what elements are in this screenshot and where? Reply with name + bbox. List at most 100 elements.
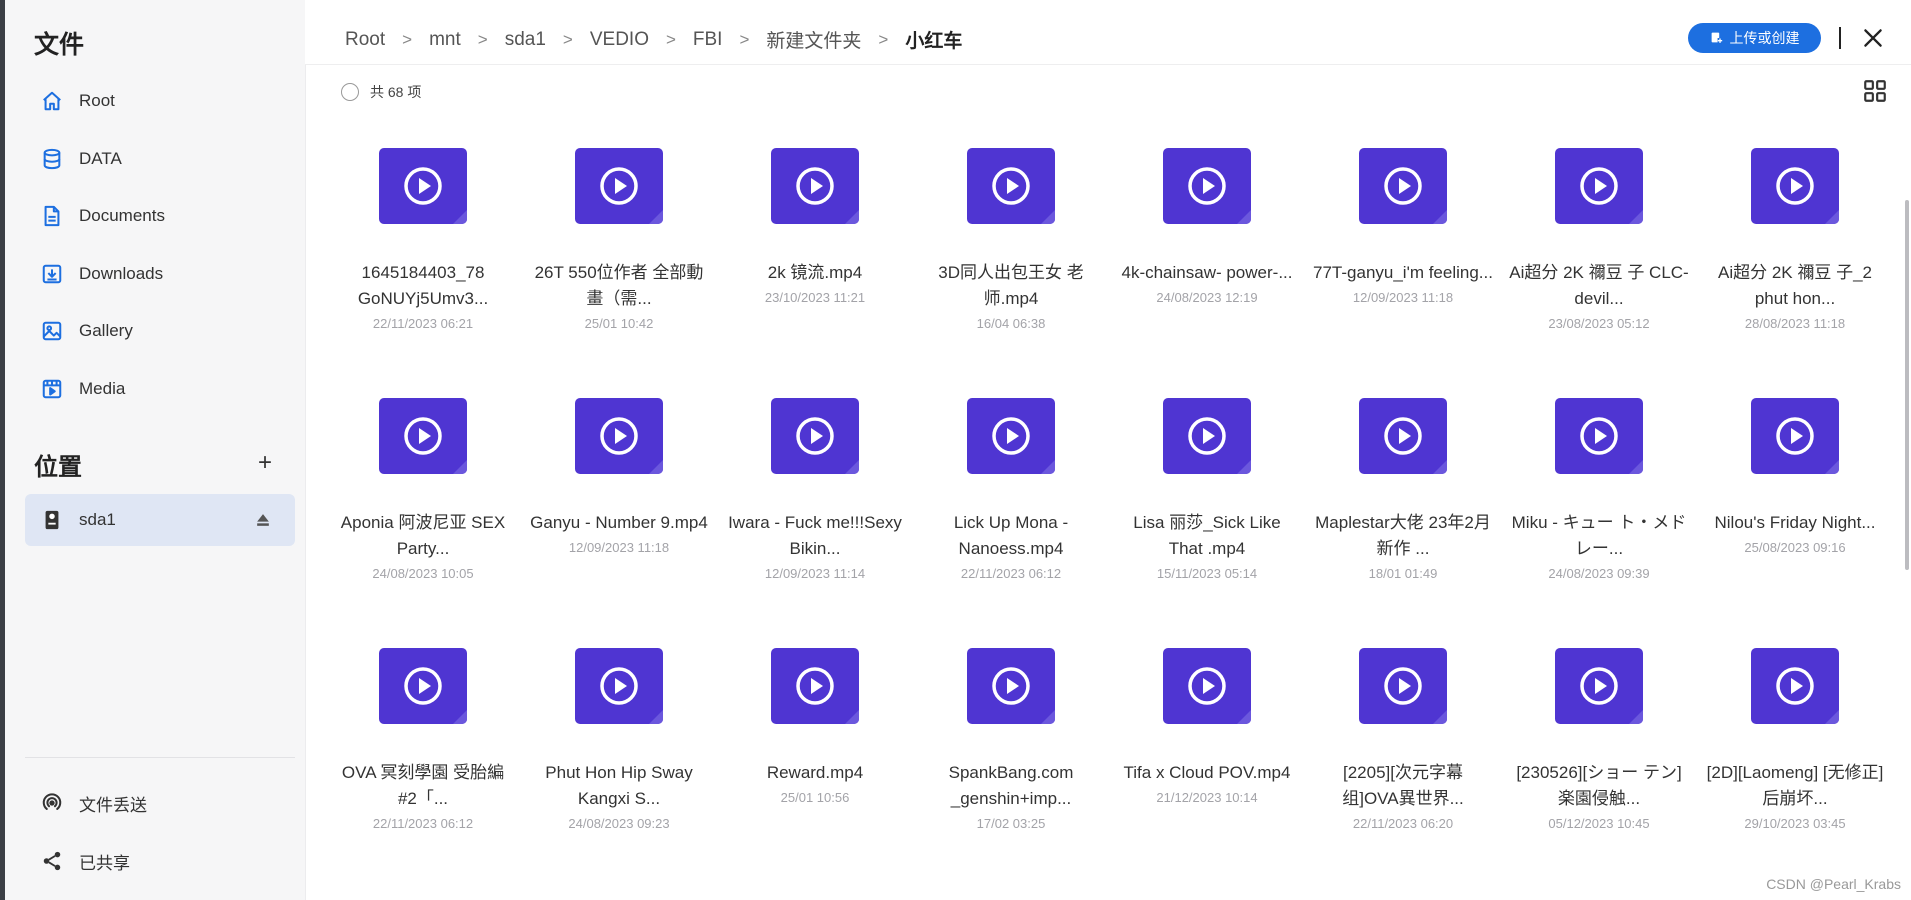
file-name: Phut Hon Hip Sway Kangxi S... <box>545 763 693 808</box>
file-item[interactable]: Nilou's Friday Night... 25/08/2023 09:16 <box>1697 394 1893 634</box>
file-item[interactable]: [2D][Laomeng] [无修正]后崩坏... 29/10/2023 03:4… <box>1697 644 1893 884</box>
video-file-icon <box>967 648 1055 724</box>
file-name: [2D][Laomeng] [无修正]后崩坏... <box>1706 763 1884 808</box>
file-date: 23/10/2023 11:21 <box>764 290 866 305</box>
file-item[interactable]: 4k-chainsaw- power-... 24/08/2023 12:19 <box>1109 144 1305 384</box>
file-item[interactable]: [230526][ショー テン]楽園侵触... 05/12/2023 10:45 <box>1501 644 1697 884</box>
file-name: 26T 550位作者 全部動畫（需... <box>534 263 704 308</box>
scrollbar[interactable] <box>1905 200 1909 570</box>
sidebar-item-downloads[interactable]: Downloads <box>25 248 295 300</box>
file-name: Ai超分 2K 禰豆 子_2 phut hon... <box>1718 263 1872 308</box>
play-icon <box>796 417 834 455</box>
eject-icon[interactable] <box>253 510 273 530</box>
thumb-corner <box>1041 210 1055 224</box>
upload-create-button[interactable]: 上传或创建 <box>1688 23 1821 53</box>
file-item[interactable]: Ai超分 2K 禰豆 子_2 phut hon... 28/08/2023 11:… <box>1697 144 1893 384</box>
breadcrumb-item[interactable]: Root <box>345 29 385 51</box>
play-icon <box>404 167 442 205</box>
file-item[interactable]: Phut Hon Hip Sway Kangxi S... 24/08/2023 … <box>521 644 717 884</box>
thumb-corner <box>1825 710 1839 724</box>
file-item[interactable]: Iwara - Fuck me!!!Sexy Bikin... 12/09/202… <box>717 394 913 634</box>
video-file-icon <box>771 648 859 724</box>
breadcrumb-item[interactable]: VEDIO <box>590 29 649 51</box>
play-icon <box>992 167 1030 205</box>
play-icon <box>600 417 638 455</box>
breadcrumb-item[interactable]: 新建文件夹 <box>766 26 861 53</box>
thumb-corner <box>1237 460 1251 474</box>
breadcrumb-separator: > <box>402 29 413 49</box>
file-item[interactable]: 3D同人出包王女 老师.mp4 16/04 06:38 <box>913 144 1109 384</box>
breadcrumb-item[interactable]: 小红车 <box>905 26 962 53</box>
sidebar-item-data[interactable]: DATA <box>25 133 295 185</box>
sidebar-item-label: 文件丢送 <box>79 795 147 815</box>
file-item[interactable]: Maplestar大佬 23年2月新作 ... 18/01 01:49 <box>1305 394 1501 634</box>
thumb-corner <box>1629 710 1643 724</box>
breadcrumb-item[interactable]: sda1 <box>505 29 546 51</box>
video-file-icon <box>1359 148 1447 224</box>
file-item[interactable]: SpankBang.com _genshin+imp... 17/02 03:25 <box>913 644 1109 884</box>
sidebar-item-documents[interactable]: Documents <box>25 190 295 242</box>
grid-view-icon[interactable] <box>1862 78 1888 104</box>
video-file-icon <box>379 648 467 724</box>
file-date: 23/08/2023 05:12 <box>1548 316 1650 331</box>
video-file-icon <box>1359 648 1447 724</box>
play-icon <box>1580 667 1618 705</box>
file-item[interactable]: Tifa x Cloud POV.mp4 21/12/2023 10:14 <box>1109 644 1305 884</box>
thumb-corner <box>1041 460 1055 474</box>
sidebar-item-gallery[interactable]: Gallery <box>25 305 295 357</box>
play-icon <box>1776 667 1814 705</box>
thumb-corner <box>1433 210 1447 224</box>
sidebar-item-shared[interactable]: 已共享 <box>25 835 295 887</box>
breadcrumb-item[interactable]: FBI <box>693 29 723 51</box>
file-name: 1645184403_78 GoNUYj5Umv3... <box>357 263 489 308</box>
breadcrumb-separator: > <box>739 29 750 49</box>
video-file-icon <box>967 398 1055 474</box>
close-icon[interactable] <box>1860 25 1886 51</box>
file-item[interactable]: 2k 镜流.mp4 23/10/2023 11:21 <box>717 144 913 384</box>
file-name: 2k 镜流.mp4 <box>767 263 863 282</box>
main-content: Root > mnt > sda1 > VEDIO > FBI > 新建文件夹 > 小红车 上传或创建 … <box>305 0 1911 900</box>
file-item[interactable]: Miku - キュー ト・メドレー... 24/08/2023 09:39 <box>1501 394 1697 634</box>
file-name: Lisa 丽莎_Sick Like That .mp4 <box>1133 513 1281 558</box>
file-item[interactable]: Aponia 阿波尼亚 SEX Party... 24/08/2023 10:05 <box>325 394 521 634</box>
thumb-corner <box>649 210 663 224</box>
file-name: Iwara - Fuck me!!!Sexy Bikin... <box>728 513 902 558</box>
file-item[interactable]: 26T 550位作者 全部動畫（需... 25/01 10:42 <box>521 144 717 384</box>
thumb-corner <box>453 210 467 224</box>
sidebar-item-label: Documents <box>79 206 165 225</box>
sidebar-item-file-drop[interactable]: 文件丢送 <box>25 777 295 829</box>
file-date: 24/08/2023 12:19 <box>1156 290 1258 305</box>
sidebar-item-root[interactable]: Root <box>25 75 295 127</box>
media-icon <box>39 376 65 402</box>
video-file-icon <box>575 648 663 724</box>
breadcrumb-separator: > <box>562 29 573 49</box>
thumb-corner <box>1825 210 1839 224</box>
file-date: 25/08/2023 09:16 <box>1744 540 1846 555</box>
file-item[interactable]: Ai超分 2K 禰豆 子 CLC-devil... 23/08/2023 05:1… <box>1501 144 1697 384</box>
add-location-button[interactable]: + <box>251 449 279 477</box>
file-item[interactable]: Ganyu - Number 9.mp4 12/09/2023 11:18 <box>521 394 717 634</box>
file-date: 29/10/2023 03:45 <box>1744 816 1846 831</box>
thumb-corner <box>845 710 859 724</box>
play-icon <box>1580 417 1618 455</box>
watermark: CSDN @Pearl_Krabs <box>1766 876 1901 892</box>
file-item[interactable]: 77T-ganyu_i'm feeling... 12/09/2023 11:18 <box>1305 144 1501 384</box>
sidebar-item-sda1[interactable]: sda1 <box>25 494 295 546</box>
select-all-radio[interactable] <box>341 83 359 101</box>
file-date: 25/01 10:42 <box>584 316 654 331</box>
file-item[interactable]: Lisa 丽莎_Sick Like That .mp4 15/11/2023 05… <box>1109 394 1305 634</box>
file-item[interactable]: [2205][次元字幕 组]OVA異世界... 22/11/2023 06:20 <box>1305 644 1501 884</box>
video-file-icon <box>1163 648 1251 724</box>
file-item[interactable]: Reward.mp4 25/01 10:56 <box>717 644 913 884</box>
upload-create-label: 上传或创建 <box>1729 30 1800 46</box>
breadcrumb-item[interactable]: mnt <box>429 29 461 51</box>
file-item[interactable]: Lick Up Mona - Nanoess.mp4 22/11/2023 06:… <box>913 394 1109 634</box>
sidebar: 文件 Root DATA Documents Downloads Gallery… <box>5 0 306 900</box>
video-file-icon <box>1751 398 1839 474</box>
play-icon <box>1580 167 1618 205</box>
sidebar-item-media[interactable]: Media <box>25 363 295 415</box>
sidebar-item-label: Downloads <box>79 264 164 283</box>
file-item[interactable]: OVA 冥刻學園 受胎編 #2「... 22/11/2023 06:12 <box>325 644 521 884</box>
file-item[interactable]: 1645184403_78 GoNUYj5Umv3... 22/11/2023 0… <box>325 144 521 384</box>
play-icon <box>1776 167 1814 205</box>
